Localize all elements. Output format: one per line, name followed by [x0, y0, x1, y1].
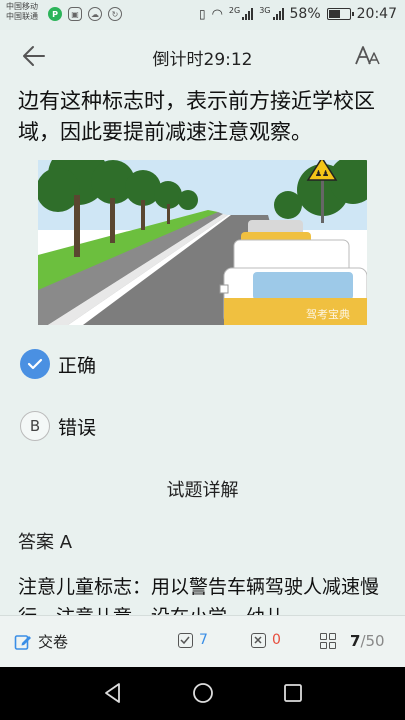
status-right: ▯ ◠ 2G 3G 58% 20:47: [199, 6, 397, 22]
vibrate-icon: ▯: [198, 7, 206, 21]
net-type-1: 2G: [228, 6, 241, 15]
wifi-icon: ◠: [211, 6, 223, 22]
cross-box-icon: [251, 632, 266, 648]
battery-icon: [326, 8, 354, 20]
wrong-count[interactable]: 0: [251, 632, 281, 648]
nav-home-icon[interactable]: [190, 680, 216, 706]
svg-text:♟♟: ♟♟: [315, 169, 329, 178]
font-size-icon: [355, 46, 380, 65]
countdown-timer: 倒计时29:12: [152, 50, 253, 70]
carrier-2: 中国联通: [6, 12, 38, 21]
font-size-button[interactable]: [353, 42, 383, 70]
battery-percent: 58%: [289, 6, 321, 22]
total-questions: /50: [360, 632, 385, 650]
question-content[interactable]: 边有这种标志时，表示前方接近学校区域，因此要提前减速注意观察。 ♟♟ 驾考宝典 …: [0, 82, 405, 615]
signal-1-icon: [242, 8, 254, 20]
net-type-2: 3G: [259, 6, 271, 15]
nav-back-icon[interactable]: [100, 680, 126, 706]
question-image: ♟♟ 驾考宝典: [38, 160, 367, 325]
option-b-label: 错误: [58, 416, 97, 439]
sync-notification-icon: ↻: [108, 7, 122, 21]
battery-fill: [328, 10, 340, 18]
question-progress[interactable]: 7/50: [320, 632, 385, 650]
image-watermark: 驾考宝典: [306, 307, 350, 321]
details-title: 试题详解: [166, 480, 239, 501]
explanation-text: 注意儿童标志：用以警告车辆驾驶人减速慢行，注意儿童。设在小学、幼儿: [18, 576, 380, 615]
option-a-label: 正确: [58, 354, 97, 377]
notification-icons: P ▣ ☁ ↻: [48, 7, 122, 21]
nav-recents-icon[interactable]: [280, 680, 306, 706]
bottom-bar: 交卷 7 0 7/50: [0, 615, 405, 667]
grid-icon: [320, 633, 336, 649]
current-question: 7: [350, 632, 361, 650]
check-box-icon: [178, 632, 193, 648]
correct-count[interactable]: 7: [178, 632, 208, 648]
option-a[interactable]: 正确: [20, 348, 96, 380]
answer-text: 答案 A: [18, 532, 73, 553]
option-b[interactable]: B 错误: [20, 410, 96, 442]
status-bar: 中国移动 中国联通 P ▣ ☁ ↻ ▯ ◠ 2G 3G 58% 20:47: [0, 0, 405, 30]
system-nav-bar: [0, 667, 405, 720]
option-b-letter: B: [20, 411, 50, 441]
signal-2-icon: [272, 8, 284, 20]
carrier-info: 中国移动 中国联通: [6, 2, 38, 22]
top-bar: 倒计时29:12: [0, 30, 405, 82]
checkmark-icon: [20, 349, 50, 379]
submit-button[interactable]: 交卷: [14, 631, 68, 652]
cloud-notification-icon: ☁: [88, 7, 102, 21]
clock: 20:47: [356, 6, 397, 22]
image-notification-icon: ▣: [68, 7, 82, 21]
correct-count-value: 7: [199, 632, 208, 648]
app-notification-icon: P: [48, 7, 62, 21]
carrier-1: 中国移动: [6, 2, 38, 11]
edit-icon: [14, 634, 31, 650]
question-text: 边有这种标志时，表示前方接近学校区域，因此要提前减速注意观察。: [18, 89, 375, 144]
wrong-count-value: 0: [272, 632, 281, 648]
submit-label: 交卷: [38, 633, 69, 651]
